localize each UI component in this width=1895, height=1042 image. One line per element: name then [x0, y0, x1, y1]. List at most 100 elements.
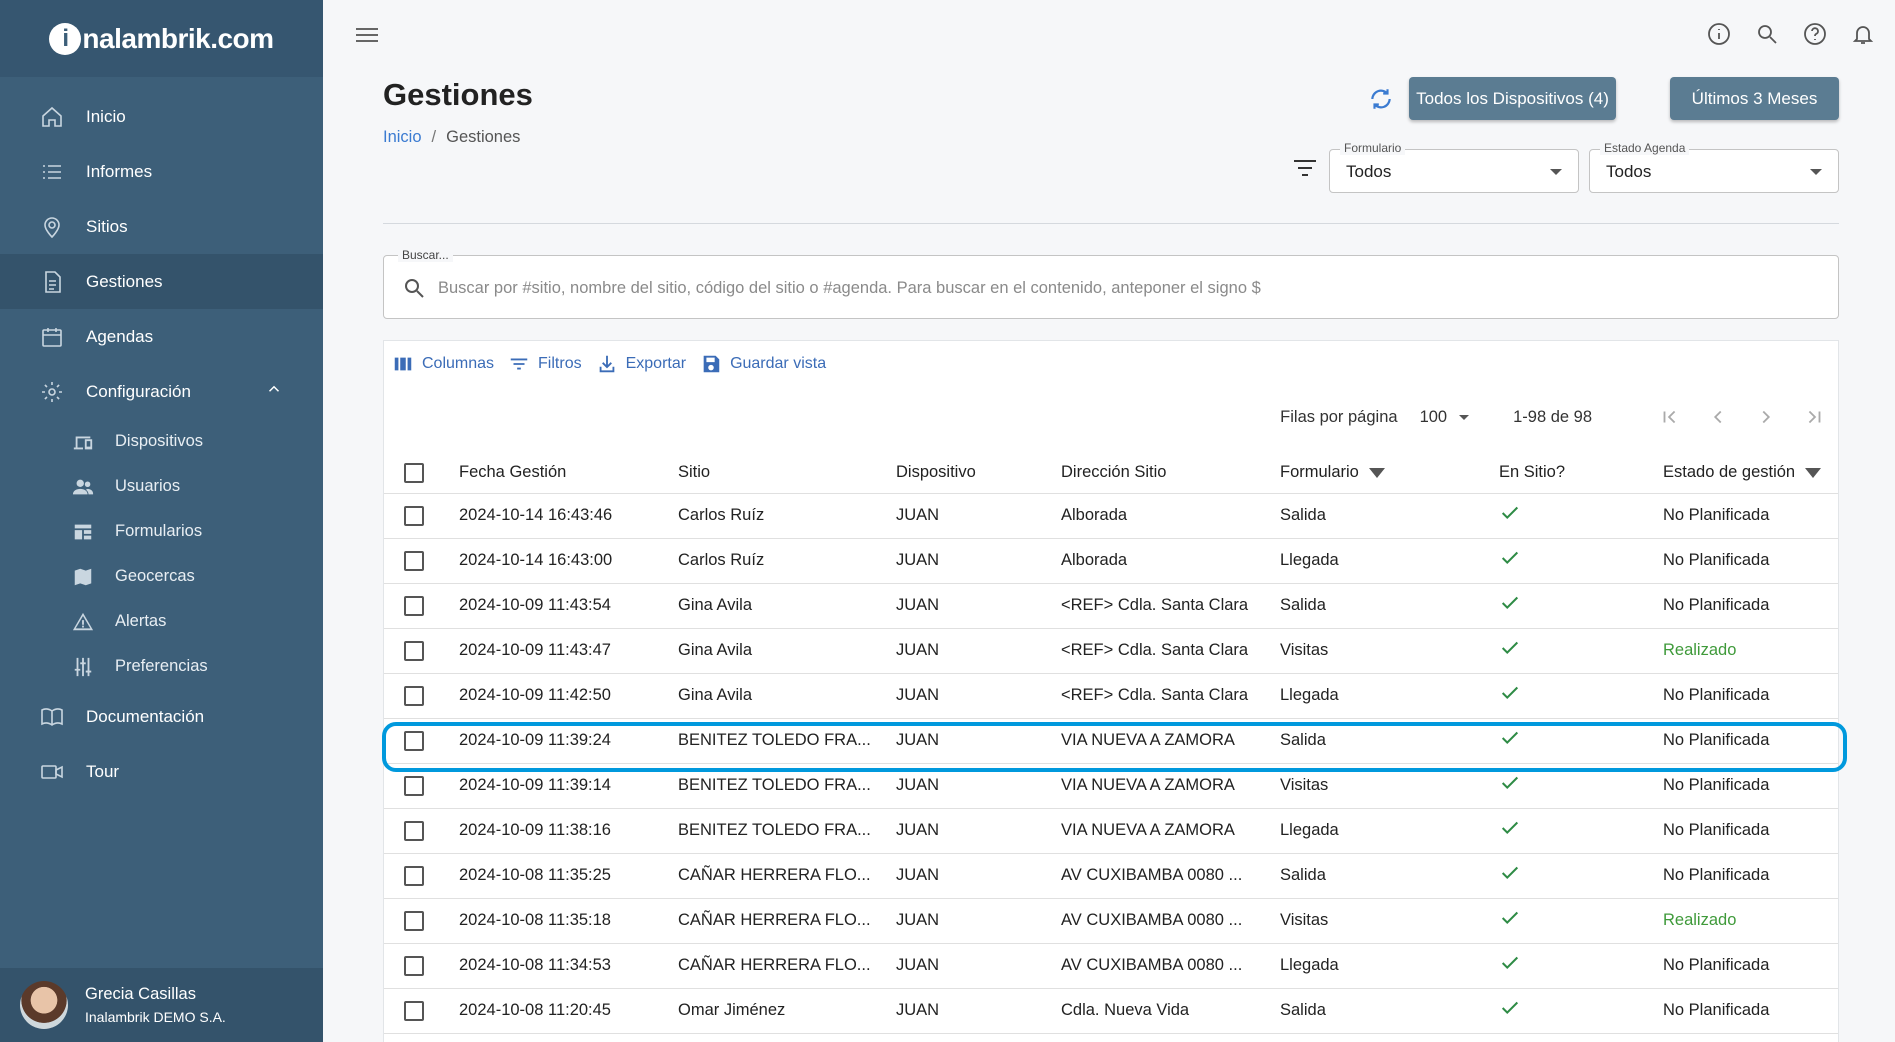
- row-checkbox[interactable]: [404, 685, 424, 706]
- sidebar-item-documentacion[interactable]: Documentación: [0, 689, 323, 744]
- sidebar-item-dispositivos[interactable]: Dispositivos: [0, 419, 323, 464]
- search-icon[interactable]: [1755, 22, 1779, 46]
- table-row[interactable]: 2024-10-09 11:39:14 BENITEZ TOLEDO FRA...…: [384, 763, 1838, 809]
- row-checkbox[interactable]: [404, 595, 424, 616]
- cell-sitio: BENITEZ TOLEDO FRA...: [678, 808, 896, 854]
- menu-toggle-icon[interactable]: [356, 28, 378, 46]
- column-header-formulario[interactable]: Formulario: [1280, 453, 1499, 494]
- sidebar-item-gestiones[interactable]: Gestiones: [0, 254, 323, 309]
- cell-en-sitio: [1499, 898, 1663, 944]
- cell-dispositivo: JUAN: [896, 988, 1061, 1034]
- sidebar-item-formularios[interactable]: Formularios: [0, 509, 323, 554]
- sidebar-item-label: Alertas: [115, 612, 167, 630]
- table-header-row: Fecha Gestión Sitio Dispositivo Direcció…: [384, 453, 1838, 494]
- estado-agenda-select[interactable]: Estado Agenda Todos: [1589, 141, 1839, 193]
- row-checkbox[interactable]: [404, 910, 424, 931]
- sidebar-nav: Inicio Informes Sitios Gestiones Agendas…: [0, 77, 323, 799]
- table-row[interactable]: 2024-10-14 16:43:46 Carlos Ruíz JUAN Albora…: [384, 493, 1838, 539]
- table-row[interactable]: 2024-10-09 11:43:54 Gina Avila JUAN <REF> C…: [384, 583, 1838, 629]
- table-row[interactable]: 2024-10-14 16:43:00 Carlos Ruíz JUAN Albora…: [384, 538, 1838, 584]
- row-checkbox[interactable]: [404, 820, 424, 841]
- sidebar-item-alertas[interactable]: Alertas: [0, 599, 323, 644]
- table-row[interactable]: 2024-10-09 11:43:47 Gina Avila JUAN <REF> C…: [384, 628, 1838, 674]
- column-header-dispositivo[interactable]: Dispositivo: [896, 453, 1061, 494]
- filter-funnel-icon[interactable]: [1368, 467, 1385, 478]
- sidebar-item-label: Sitios: [86, 216, 128, 236]
- prev-page-icon[interactable]: [1706, 405, 1730, 429]
- export-button[interactable]: Exportar: [596, 353, 686, 375]
- chevron-up-icon[interactable]: [265, 380, 283, 403]
- sidebar-item-sitios[interactable]: Sitios: [0, 199, 323, 254]
- cell-fecha: 2024-10-09 11:39:14: [459, 763, 678, 809]
- column-header-estado[interactable]: Estado de gestión: [1663, 453, 1838, 494]
- sidebar-item-tour[interactable]: Tour: [0, 744, 323, 799]
- user-profile[interactable]: Grecia Casillas Inalambrik DEMO S.A.: [0, 968, 323, 1042]
- date-range-button[interactable]: Últimos 3 Meses: [1670, 77, 1839, 120]
- columns-button[interactable]: Columnas: [392, 353, 494, 375]
- check-icon: [1501, 506, 1519, 520]
- list-icon: [38, 158, 66, 186]
- row-checkbox[interactable]: [404, 550, 424, 571]
- search-input[interactable]: [438, 272, 1818, 304]
- rows-per-page-select[interactable]: 100: [1420, 408, 1470, 427]
- table-row[interactable]: 2024-10-08 11:34:53 CAÑAR HERRERA FLO... J…: [384, 943, 1838, 989]
- select-all-checkbox[interactable]: [404, 462, 424, 483]
- cell-fecha: 2024-10-14 16:43:00: [459, 538, 678, 584]
- table-row[interactable]: 2024-10-09 11:42:50 Gina Avila JUAN <REF> C…: [384, 673, 1838, 719]
- cell-direccion: Alborada: [1061, 493, 1280, 539]
- table-row[interactable]: 2024-10-08 11:35:25 CAÑAR HERRERA FLO... J…: [384, 853, 1838, 899]
- cell-formulario: Llegada: [1280, 538, 1499, 584]
- user-org: Inalambrik DEMO S.A.: [85, 1009, 226, 1025]
- info-icon[interactable]: [1707, 22, 1731, 46]
- help-icon[interactable]: [1803, 22, 1827, 46]
- page-title: Gestiones: [383, 77, 533, 112]
- next-page-icon[interactable]: [1754, 405, 1778, 429]
- breadcrumb-home-link[interactable]: Inicio: [383, 128, 422, 146]
- row-checkbox-cell: [384, 628, 459, 674]
- sidebar-item-label: Dispositivos: [115, 432, 204, 450]
- filters-button[interactable]: Filtros: [508, 353, 582, 375]
- all-devices-button[interactable]: Todos los Dispositivos (4): [1409, 77, 1616, 120]
- row-checkbox[interactable]: [404, 640, 424, 661]
- table-row[interactable]: 2024-10-08 11:35:18 CAÑAR HERRERA FLO... J…: [384, 898, 1838, 944]
- sidebar-item-usuarios[interactable]: Usuarios: [0, 464, 323, 509]
- logo[interactable]: i nalambrik.com: [49, 22, 274, 55]
- cell-en-sitio: [1499, 538, 1663, 584]
- column-header-fecha[interactable]: Fecha Gestión: [459, 453, 678, 494]
- table-row[interactable]: 2024-10-08 11:20:45 Omar Jiménez JUAN Cdla.…: [384, 988, 1838, 1034]
- save-view-button[interactable]: Guardar vista: [700, 353, 826, 375]
- row-checkbox[interactable]: [404, 505, 424, 526]
- row-checkbox[interactable]: [404, 955, 424, 976]
- cell-fecha: 2024-10-09 11:43:47: [459, 628, 678, 674]
- table-row[interactable]: 2024-10-09 11:38:16 BENITEZ TOLEDO FRA...…: [384, 808, 1838, 854]
- column-header-direccion[interactable]: Dirección Sitio: [1061, 453, 1280, 494]
- cell-sitio: Carlos Ruíz: [678, 538, 896, 584]
- sidebar-item-configuracion[interactable]: Configuración: [0, 364, 323, 419]
- row-checkbox[interactable]: [404, 730, 424, 751]
- column-header-en-sitio[interactable]: En Sitio?: [1499, 453, 1663, 494]
- cell-en-sitio: [1499, 718, 1663, 764]
- row-checkbox[interactable]: [404, 865, 424, 886]
- grid-toolbar: Columnas Filtros Exportar Guardar vista: [392, 353, 826, 375]
- column-header-sitio[interactable]: Sitio: [678, 453, 896, 494]
- sidebar-item-geocercas[interactable]: Geocercas: [0, 554, 323, 599]
- filter-list-icon[interactable]: [1293, 160, 1317, 184]
- sidebar-item-agendas[interactable]: Agendas: [0, 309, 323, 364]
- cell-direccion: Alborada: [1061, 538, 1280, 584]
- notifications-icon[interactable]: [1851, 22, 1875, 46]
- last-page-icon[interactable]: [1802, 405, 1826, 429]
- cell-formulario: Visitas: [1280, 763, 1499, 809]
- formulario-select[interactable]: Formulario Todos: [1329, 141, 1579, 193]
- search-field: Buscar...: [383, 248, 1839, 319]
- filter-funnel-icon[interactable]: [1805, 467, 1822, 478]
- row-checkbox[interactable]: [404, 775, 424, 796]
- sidebar-item-preferencias[interactable]: Preferencias: [0, 644, 323, 689]
- cell-estado: No Planificada: [1663, 988, 1838, 1034]
- first-page-icon[interactable]: [1658, 405, 1682, 429]
- cell-fecha: 2024-10-14 16:43:46: [459, 493, 678, 539]
- table-row[interactable]: 2024-10-09 11:39:24 BENITEZ TOLEDO FRA...…: [384, 718, 1838, 764]
- sidebar-item-informes[interactable]: Informes: [0, 144, 323, 199]
- row-checkbox[interactable]: [404, 1000, 424, 1021]
- refresh-icon[interactable]: [1368, 86, 1394, 112]
- sidebar-item-inicio[interactable]: Inicio: [0, 89, 323, 144]
